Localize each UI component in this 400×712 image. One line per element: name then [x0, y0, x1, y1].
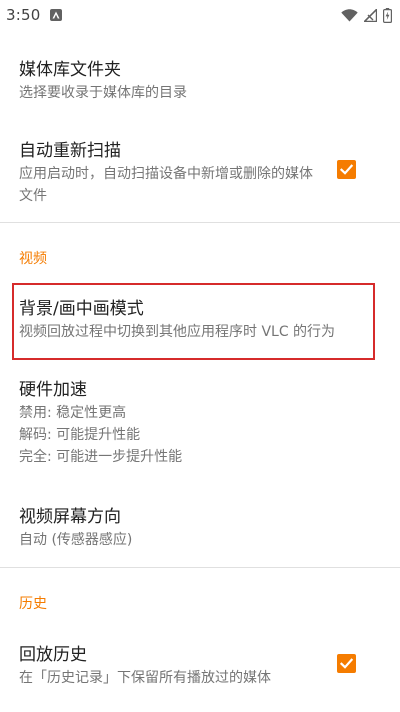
pref-background-pip-mode[interactable]: 背景/画中画模式 视频回放过程中切换到其他应用程序时 VLC 的行为 [0, 297, 400, 343]
battery-charging-icon [383, 7, 392, 23]
signal-icon [364, 8, 377, 22]
pref-hardware-acceleration[interactable]: 硬件加速 禁用: 稳定性更高 解码: 可能提升性能 完全: 可能进一步提升性能 [0, 378, 400, 468]
pref-summary: 应用启动时，自动扫描设备中新增或删除的媒体文件 [19, 166, 313, 204]
notification-icon [50, 9, 63, 21]
wifi-icon [341, 8, 358, 21]
pref-title: 视频屏幕方向 [19, 507, 121, 527]
pref-media-library-folders[interactable]: 媒体库文件夹 选择要收录于媒体库的目录 [0, 58, 400, 104]
playback-history-checkbox[interactable] [337, 654, 356, 673]
pref-summary: 自动 (传感器感应) [19, 532, 133, 548]
category-history: 历史 [19, 596, 47, 612]
auto-rescan-checkbox[interactable] [337, 160, 356, 179]
pref-video-screen-orientation[interactable]: 视频屏幕方向 自动 (传感器感应) [0, 505, 400, 551]
status-time: 3:50 [6, 6, 41, 24]
settings-screen: 3:50 媒体库文件夹 选择要收录于媒体库的目录 自动重新扫描 应用启动时，自动… [0, 0, 400, 712]
pref-title: 硬件加速 [19, 380, 87, 400]
pref-summary-line: 解码: 可能提升性能 [19, 427, 141, 443]
pref-title: 背景/画中画模式 [19, 299, 144, 319]
divider [0, 222, 400, 223]
pref-summary-line: 禁用: 稳定性更高 [19, 405, 127, 421]
pref-summary-line: 完全: 可能进一步提升性能 [19, 449, 183, 465]
category-video: 视频 [19, 251, 47, 267]
status-icons [341, 7, 392, 23]
pref-summary: 视频回放过程中切换到其他应用程序时 VLC 的行为 [19, 324, 336, 340]
check-icon [339, 164, 354, 175]
pref-title: 媒体库文件夹 [19, 60, 121, 80]
divider [0, 567, 400, 568]
check-icon [339, 658, 354, 669]
status-bar: 3:50 [0, 0, 400, 30]
pref-summary: 选择要收录于媒体库的目录 [19, 85, 187, 101]
